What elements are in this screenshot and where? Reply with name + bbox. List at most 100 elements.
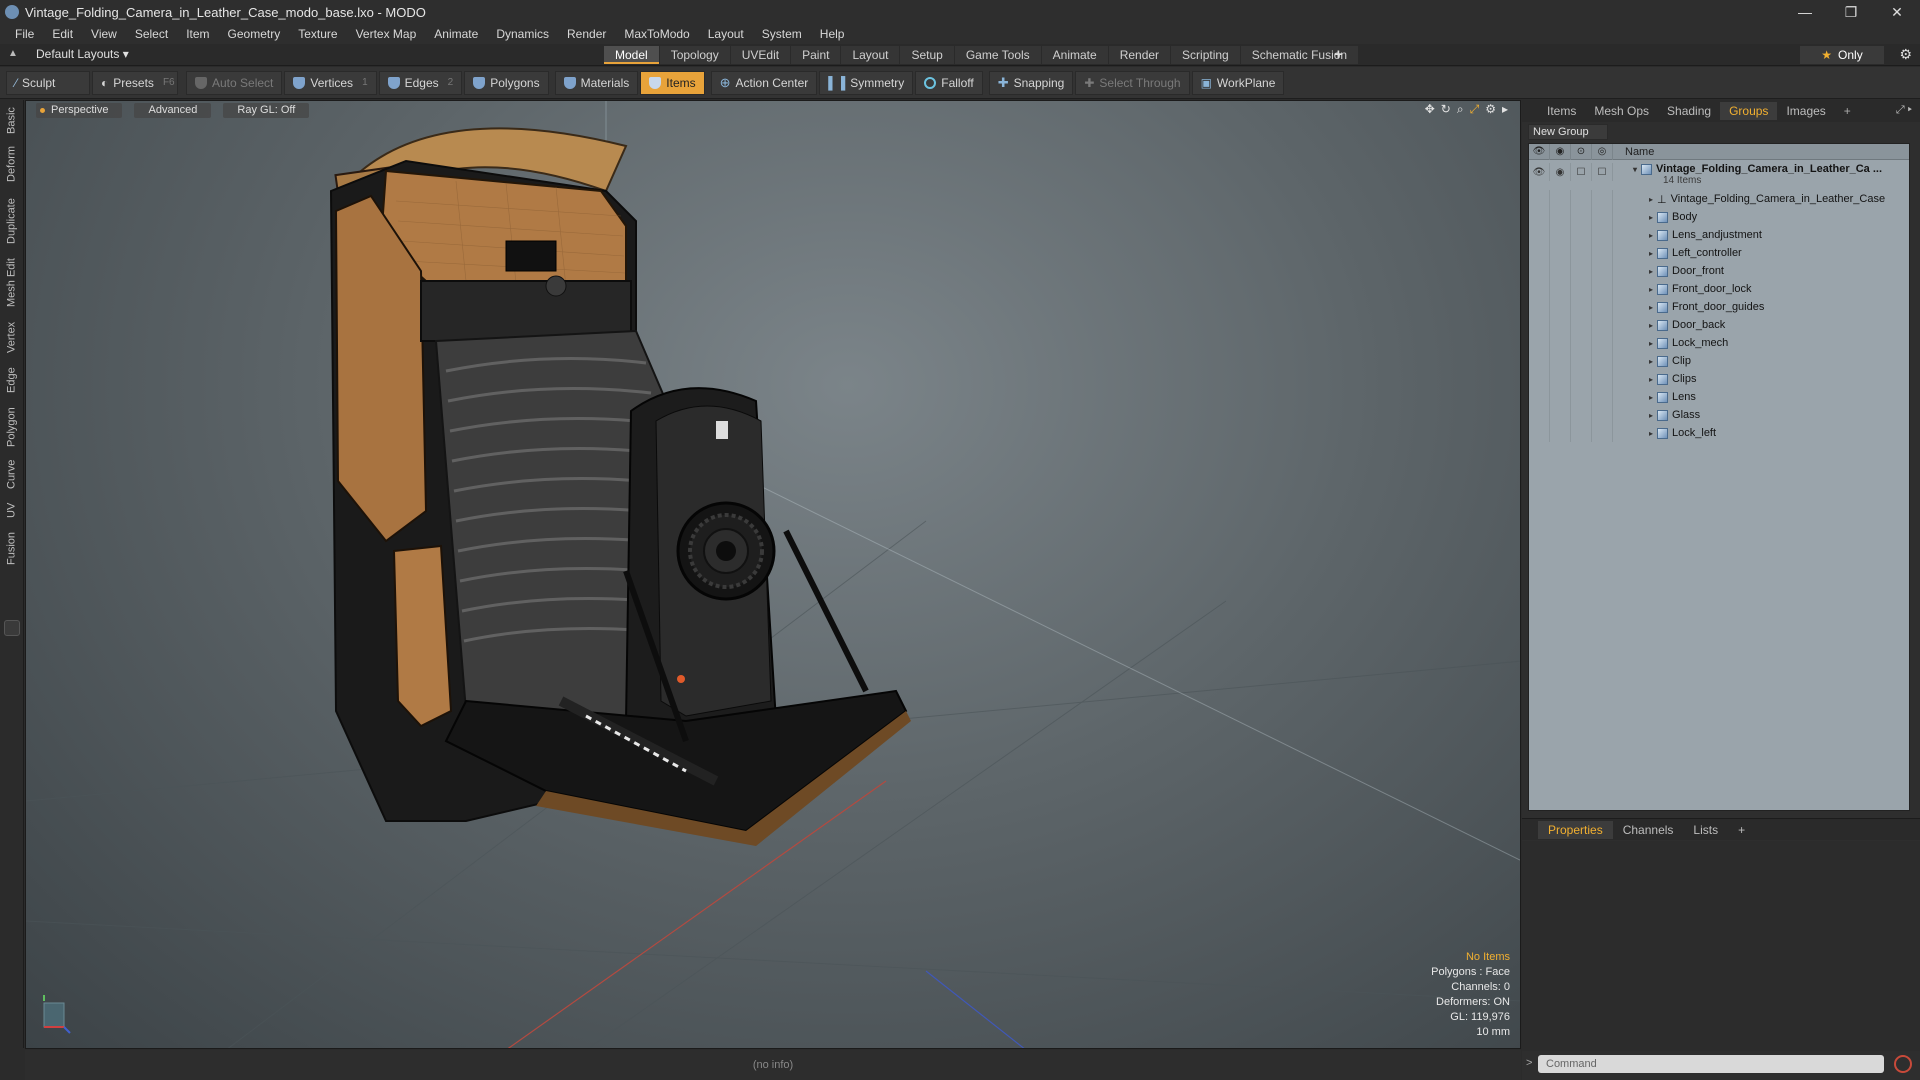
tab-duplicate[interactable]: Duplicate xyxy=(3,196,20,246)
tab-edge[interactable]: Edge xyxy=(3,364,20,396)
expand-triangle-icon[interactable]: ▸ xyxy=(1649,267,1653,276)
lock-column-icon[interactable]: ⊙ xyxy=(1571,144,1592,160)
materials-button[interactable]: Materials xyxy=(554,70,639,95)
tab-render[interactable]: Render xyxy=(1108,46,1171,64)
expand-triangle-icon[interactable]: ▸ xyxy=(1649,429,1653,438)
menu-texture[interactable]: Texture xyxy=(289,27,346,41)
list-item[interactable]: ▸ Glass xyxy=(1529,406,1909,424)
select-column-icon[interactable]: ◎ xyxy=(1592,144,1613,160)
menu-animate[interactable]: Animate xyxy=(425,27,487,41)
3d-viewport[interactable]: Perspective Advanced Ray GL: Off ✥ ↻ ⌕ ⤢… xyxy=(25,100,1521,1049)
tab-curve[interactable]: Curve xyxy=(3,456,20,492)
add-props-tab-button[interactable]: + xyxy=(1728,821,1755,839)
panel-expand-icon[interactable]: ⤢ ▸ xyxy=(1896,104,1912,117)
edges-button[interactable]: Edges 2 xyxy=(378,70,463,95)
tab-animate[interactable]: Animate xyxy=(1041,46,1108,64)
tab-polygon[interactable]: Polygon xyxy=(3,404,20,450)
menu-view[interactable]: View xyxy=(82,27,126,41)
polygons-button[interactable]: Polygons xyxy=(464,70,549,95)
expand-triangle-icon[interactable]: ▸ xyxy=(1649,411,1653,420)
list-item[interactable]: ▸ Lens xyxy=(1529,388,1909,406)
command-history-icon[interactable]: > xyxy=(1526,1057,1532,1069)
tab-deform[interactable]: Deform xyxy=(3,144,20,184)
collapse-icon[interactable]: ▲ xyxy=(8,48,20,60)
falloff-button[interactable]: Falloff xyxy=(915,70,983,95)
action-center-button[interactable]: ⊕ Action Center xyxy=(710,70,818,95)
default-layouts-dropdown[interactable]: Default Layouts ▾ xyxy=(36,47,129,61)
tab-items[interactable]: Items xyxy=(1538,102,1585,120)
tab-groups[interactable]: Groups xyxy=(1720,102,1778,120)
expand-triangle-icon[interactable]: ▸ xyxy=(1649,357,1653,366)
menu-system[interactable]: System xyxy=(753,27,811,41)
name-column-header[interactable]: Name xyxy=(1613,146,1654,158)
list-item[interactable]: ▸ Front_door_lock xyxy=(1529,280,1909,298)
menu-item[interactable]: Item xyxy=(177,27,218,41)
list-item[interactable]: ▸ Clips xyxy=(1529,370,1909,388)
list-item[interactable]: ▸ Lock_left xyxy=(1529,424,1909,442)
minimize-button[interactable]: — xyxy=(1782,0,1828,24)
expand-triangle-icon[interactable]: ▸ xyxy=(1649,195,1653,204)
menu-select[interactable]: Select xyxy=(126,27,177,41)
tab-model[interactable]: Model xyxy=(604,46,659,64)
menu-geometry[interactable]: Geometry xyxy=(219,27,290,41)
tab-mesh-ops[interactable]: Mesh Ops xyxy=(1585,102,1658,120)
items-button[interactable]: Items xyxy=(640,70,705,95)
list-item[interactable]: ▸ ⊥ Vintage_Folding_Camera_in_Leather_Case xyxy=(1529,190,1909,208)
tab-lists[interactable]: Lists xyxy=(1683,821,1728,839)
render-column-icon[interactable]: ◉ xyxy=(1550,144,1571,160)
tab-shading[interactable]: Shading xyxy=(1658,102,1720,120)
render-toggle-icon[interactable]: ◉ xyxy=(1550,163,1571,181)
expand-triangle-icon[interactable]: ▸ xyxy=(1649,285,1653,294)
list-item[interactable]: ▸ Lock_mech xyxy=(1529,334,1909,352)
fit-icon[interactable]: ⤢ xyxy=(1470,102,1480,117)
rotate-icon[interactable]: ↻ xyxy=(1441,102,1451,117)
visibility-eye-icon[interactable]: 👁 xyxy=(1529,163,1550,181)
raygl-toggle[interactable]: Ray GL: Off xyxy=(223,102,310,118)
list-item[interactable]: ▸ Body xyxy=(1529,208,1909,226)
only-toggle[interactable]: ★ Only xyxy=(1800,46,1884,64)
expand-triangle-icon[interactable]: ▸ xyxy=(1649,393,1653,402)
tab-paint[interactable]: Paint xyxy=(791,46,841,64)
tab-vertex[interactable]: Vertex xyxy=(3,318,20,356)
list-item[interactable]: ▸ Lens_andjustment xyxy=(1529,226,1909,244)
expand-triangle-icon[interactable]: ▸ xyxy=(1649,375,1653,384)
perspective-view-dropdown[interactable]: Perspective xyxy=(36,102,123,118)
viewport-settings-icon[interactable]: ⚙ xyxy=(1485,102,1496,117)
shading-mode-dropdown[interactable]: Advanced xyxy=(134,102,212,118)
restore-button[interactable]: ❐ xyxy=(1828,0,1874,24)
tab-fusion[interactable]: Fusion xyxy=(3,528,20,568)
list-item[interactable]: ▸ Door_front xyxy=(1529,262,1909,280)
select-checkbox[interactable]: ☐ xyxy=(1592,163,1613,181)
tab-scripting[interactable]: Scripting xyxy=(1171,46,1240,64)
expand-arrow-icon[interactable]: ▸ xyxy=(1502,102,1508,117)
list-item[interactable]: ▸ Front_door_guides xyxy=(1529,298,1909,316)
add-tab-button[interactable]: + xyxy=(1835,102,1860,120)
expand-triangle-icon[interactable]: ▸ xyxy=(1649,339,1653,348)
tab-properties[interactable]: Properties xyxy=(1538,820,1613,839)
menu-edit[interactable]: Edit xyxy=(43,27,82,41)
sculpt-button[interactable]: ⁄ Sculpt xyxy=(6,70,90,95)
add-layout-tab-button[interactable]: + xyxy=(1334,46,1343,63)
menu-maxtomodo[interactable]: MaxToModo xyxy=(615,27,698,41)
tab-layout[interactable]: Layout xyxy=(841,46,900,64)
command-input[interactable]: Command xyxy=(1538,1055,1884,1073)
tab-uvedit[interactable]: UVEdit xyxy=(730,46,791,64)
menu-dynamics[interactable]: Dynamics xyxy=(487,27,558,41)
collapse-triangle-icon[interactable]: ▾ xyxy=(1633,165,1637,174)
lock-checkbox[interactable]: ☐ xyxy=(1571,163,1592,181)
gear-icon[interactable]: ⚙ xyxy=(1899,46,1912,63)
tab-topology[interactable]: Topology xyxy=(659,46,730,64)
auto-select-button[interactable]: Auto Select xyxy=(186,70,283,95)
command-run-icon[interactable] xyxy=(1894,1055,1912,1073)
expand-triangle-icon[interactable]: ▸ xyxy=(1649,249,1653,258)
tab-mesh-edit[interactable]: Mesh Edit xyxy=(3,256,20,310)
tab-setup[interactable]: Setup xyxy=(900,46,954,64)
tab-channels[interactable]: Channels xyxy=(1613,821,1684,839)
expand-triangle-icon[interactable]: ▸ xyxy=(1649,213,1653,222)
presets-button[interactable]: ◐ Presets F6 xyxy=(92,70,178,95)
tab-uv[interactable]: UV xyxy=(3,498,20,522)
list-item[interactable]: ▸ Door_back xyxy=(1529,316,1909,334)
pan-icon[interactable]: ✥ xyxy=(1425,102,1435,117)
panel-toggle-button[interactable] xyxy=(4,620,20,636)
select-through-button[interactable]: ✚ Select Through xyxy=(1075,70,1190,95)
